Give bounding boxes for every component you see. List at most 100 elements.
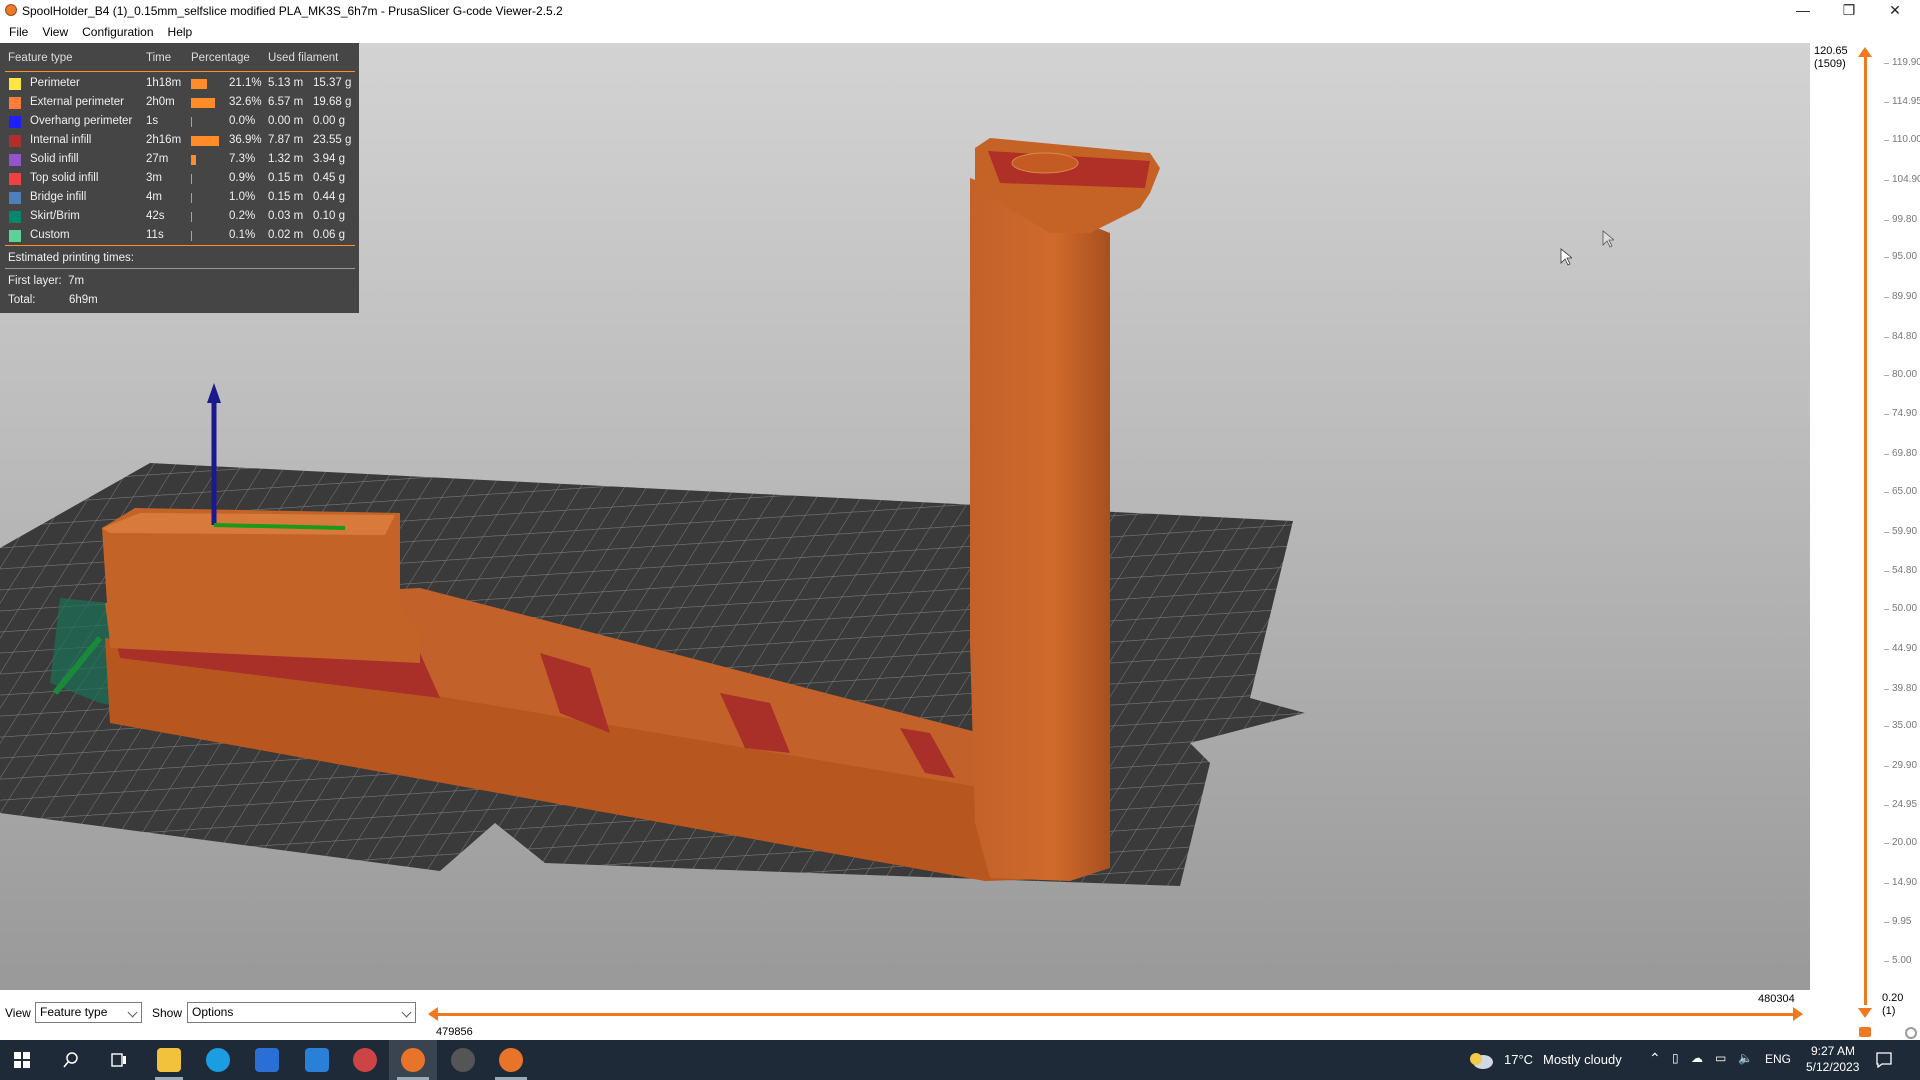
- layer-height-tick: 39.80: [1883, 682, 1918, 694]
- model-tower-hole: [1011, 152, 1079, 174]
- percentage-bar: [191, 174, 192, 184]
- bottom-toolbar: View Feature type Show Options 479856 48…: [0, 990, 1810, 1040]
- layer-slider-top-readout: 120.65 (1509): [1814, 45, 1848, 71]
- layer-slider[interactable]: 120.65 (1509) 119.90 114.95 110.00 104.90 99.…: [1810, 43, 1920, 1039]
- first-layer-label: First layer:: [8, 275, 62, 287]
- feature-time: 1h18m: [146, 77, 182, 89]
- layer-height-tick: 119.90: [1884, 56, 1920, 68]
- view-type-value: Feature type: [40, 1005, 108, 1019]
- total-time: Total: 6h9m: [8, 294, 98, 306]
- legend-row[interactable]: External perimeter 2h0m 32.6% 6.57 m 19.68 g: [0, 94, 359, 113]
- view-type-dropdown[interactable]: Feature type: [35, 1002, 142, 1023]
- legend-header-percentage: Percentage: [191, 52, 250, 64]
- move-slider-right-thumb[interactable]: [1793, 1007, 1803, 1021]
- legend-row[interactable]: Overhang perimeter 1s 0.0% 0.00 m 0.00 g: [0, 113, 359, 132]
- minimize-button[interactable]: —: [1780, 0, 1826, 22]
- feature-legend-panel: Feature type Time Percentage Used filame…: [0, 43, 359, 313]
- move-slider-track[interactable]: [430, 1013, 1800, 1016]
- input-language[interactable]: ENG: [1765, 1052, 1791, 1066]
- mail-icon[interactable]: [305, 1048, 329, 1072]
- prusaslicer-taskbar-icon[interactable]: [401, 1048, 425, 1072]
- clock-time[interactable]: 9:27 AM: [1811, 1044, 1855, 1058]
- legend-divider: [5, 245, 355, 246]
- view-label: View: [5, 1006, 31, 1020]
- obs-icon[interactable]: [451, 1048, 475, 1072]
- prusaslicer-gcode-viewer-icon[interactable]: [499, 1048, 523, 1072]
- layer-height-tick: 114.95: [1884, 95, 1920, 107]
- menu-file[interactable]: File: [2, 22, 35, 43]
- first-layer-value: 7m: [68, 275, 85, 287]
- window-title: SpoolHolder_B4 (1)_0.15mm_selfslice modi…: [22, 4, 563, 18]
- feature-weight: 15.37 g: [313, 77, 352, 89]
- feature-color-swatch: [9, 211, 21, 223]
- legend-row[interactable]: Internal infill 2h16m 36.9% 7.87 m 23.55 g: [0, 132, 359, 151]
- layer-height-tick: 9.95: [1883, 915, 1912, 927]
- legend-row[interactable]: Top solid infill 3m 0.9% 0.15 m 0.45 g: [0, 170, 359, 189]
- file-explorer-icon[interactable]: [157, 1048, 181, 1072]
- legend-row[interactable]: Custom 11s 0.1% 0.02 m 0.06 g: [0, 227, 359, 246]
- network-icon[interactable]: ▭: [1715, 1051, 1726, 1065]
- feature-percentage: 1.0%: [229, 191, 256, 203]
- feature-name: Solid infill: [30, 153, 79, 165]
- legend-row[interactable]: Solid infill 27m 7.3% 1.32 m 3.94 g: [0, 151, 359, 170]
- weather-description[interactable]: Mostly cloudy: [1543, 1052, 1622, 1067]
- first-layer-time: First layer: 7m: [8, 275, 84, 287]
- legend-row[interactable]: Perimeter 1h18m 21.1% 5.13 m 15.37 g: [0, 75, 359, 94]
- feature-length: 1.32 m: [268, 153, 304, 165]
- model-tower-front: [970, 178, 1110, 881]
- feature-color-swatch: [9, 154, 21, 166]
- layer-height-tick: 44.90: [1883, 642, 1918, 654]
- restore-button[interactable]: ❐: [1826, 0, 1872, 22]
- clock-date[interactable]: 5/12/2023: [1806, 1060, 1859, 1074]
- legend-divider: [5, 268, 355, 269]
- layer-height-tick: 50.00: [1883, 602, 1918, 614]
- layer-height-tick: 20.00: [1883, 837, 1918, 849]
- show-options-dropdown[interactable]: Options: [187, 1002, 416, 1023]
- prusaslicer-app-icon: [5, 4, 17, 16]
- onedrive-cloud-icon[interactable]: ☁: [1691, 1051, 1703, 1065]
- layer-bottom-index: (1): [1882, 1005, 1896, 1017]
- feature-time: 27m: [146, 153, 169, 165]
- layer-slider-upper-thumb[interactable]: [1858, 47, 1872, 57]
- menu-help[interactable]: Help: [161, 22, 200, 43]
- legend-row[interactable]: Skirt/Brim 42s 0.2% 0.03 m 0.10 g: [0, 208, 359, 227]
- layer-top-index: (1509): [1814, 58, 1846, 70]
- move-slider-left-thumb[interactable]: [428, 1007, 438, 1021]
- windows-start-icon[interactable]: [14, 1052, 30, 1068]
- weather-cloud-icon[interactable]: [1468, 1050, 1494, 1070]
- weather-temperature[interactable]: 17°C: [1504, 1052, 1533, 1067]
- feature-time: 3m: [146, 172, 162, 184]
- layer-height-tick: 104.90: [1884, 174, 1920, 185]
- search-icon[interactable]: [63, 1052, 79, 1068]
- feature-length: 6.57 m: [268, 96, 304, 108]
- z-axis-arrow: [207, 383, 221, 403]
- gear-icon[interactable]: [1905, 1027, 1917, 1039]
- show-hidden-icons-chevron-up-icon[interactable]: ⌃: [1649, 1050, 1661, 1067]
- layer-slider-track[interactable]: [1864, 55, 1867, 1005]
- microsoft-store-icon[interactable]: [255, 1048, 279, 1072]
- feature-length: 0.15 m: [268, 191, 304, 203]
- edge-browser-icon[interactable]: [206, 1048, 230, 1072]
- lock-icon[interactable]: [1859, 1027, 1871, 1037]
- notification-center-icon[interactable]: [1876, 1052, 1892, 1068]
- percentage-bar: [191, 79, 207, 89]
- volume-speaker-icon[interactable]: 🔈: [1738, 1051, 1753, 1065]
- task-view-icon[interactable]: [110, 1052, 128, 1068]
- feature-name: Skirt/Brim: [30, 210, 80, 222]
- feature-time: 42s: [146, 210, 165, 222]
- close-button[interactable]: ✕: [1872, 0, 1918, 22]
- feature-name: Perimeter: [30, 77, 80, 89]
- system-tray-device-icon[interactable]: ▯: [1672, 1051, 1679, 1065]
- feature-length: 7.87 m: [268, 134, 304, 146]
- feature-weight: 0.06 g: [313, 229, 345, 241]
- move-slider-left-value: 479856: [436, 1026, 473, 1038]
- legend-row[interactable]: Bridge infill 4m 1.0% 0.15 m 0.44 g: [0, 189, 359, 208]
- feature-name: External perimeter: [30, 96, 124, 108]
- media-app-icon[interactable]: [353, 1048, 377, 1072]
- menu-configuration[interactable]: Configuration: [75, 22, 160, 43]
- feature-percentage: 0.1%: [229, 229, 256, 241]
- layer-slider-lower-thumb[interactable]: [1858, 1008, 1872, 1018]
- layer-height-tick: 35.00: [1883, 720, 1918, 732]
- menu-view[interactable]: View: [35, 22, 75, 43]
- feature-time: 2h16m: [146, 134, 182, 146]
